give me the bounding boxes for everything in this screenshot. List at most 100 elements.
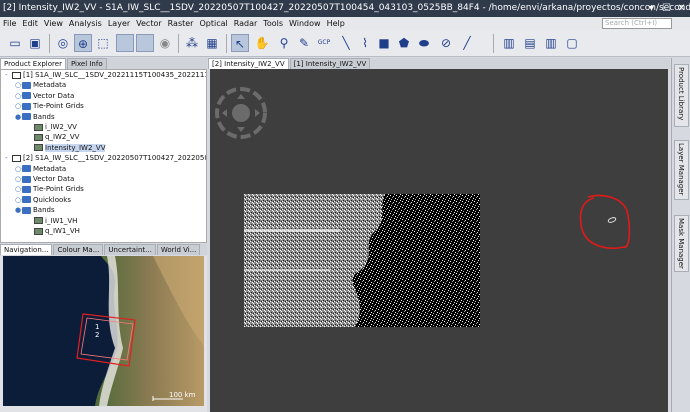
menu-layer[interactable]: Layer — [105, 17, 133, 30]
tile-horizontal-icon[interactable]: ▤ — [521, 34, 539, 52]
blank-2[interactable] — [136, 34, 154, 52]
explorer-tab-row: Product Explorer Pixel Info — [0, 58, 207, 69]
tool-tab-row: Navigation... Colour Ma... Uncertaint... Wo… — [0, 244, 207, 255]
blank-1[interactable] — [116, 34, 134, 52]
folder-icon — [22, 165, 31, 173]
view-navigation-control[interactable] — [215, 87, 267, 139]
tab-product-explorer[interactable]: Product Explorer — [0, 58, 66, 69]
tab-layer-manager[interactable]: Layer Manager — [674, 140, 689, 200]
tab-navigation[interactable]: Navigation... — [0, 244, 53, 255]
view-tab-row: [2] Intensity_IW2_VV [1] Intensity_IW2_VV — [208, 58, 670, 69]
menu-radar[interactable]: Radar — [231, 17, 261, 30]
tab-view-2[interactable]: [2] Intensity_IW2_VV — [208, 58, 289, 69]
tree-node[interactable]: ○- Tie-Point Grids — [15, 102, 84, 112]
menu-raster[interactable]: Raster — [165, 17, 197, 30]
tree-expander-icon[interactable]: ○- — [15, 165, 24, 175]
tree-expander-icon[interactable]: ○- — [15, 196, 24, 206]
maximize-button[interactable]: ☐ — [660, 2, 673, 15]
tile-single-icon[interactable]: ▢ — [563, 34, 581, 52]
save-icon[interactable]: ▣ — [26, 34, 44, 52]
folder-icon — [22, 196, 31, 204]
tile-vertical-icon[interactable]: ▥ — [542, 34, 560, 52]
tree-node-label: Tie-Point Grids — [33, 185, 84, 194]
tab-colour-manipulation[interactable]: Colour Ma... — [53, 244, 104, 255]
tree-expander-icon[interactable]: ○- — [15, 102, 24, 112]
zoom-region-icon[interactable]: ⊕ — [74, 34, 92, 52]
tile-evenly-icon[interactable]: ▥ — [500, 34, 518, 52]
image-canvas[interactable] — [210, 69, 668, 412]
gcp-tool-icon[interactable]: GCP — [315, 34, 333, 52]
folder-icon — [22, 113, 31, 121]
folder-icon — [22, 175, 31, 183]
menu-file[interactable]: File — [0, 17, 19, 30]
tree-node[interactable]: Intensity_IW2_VV — [27, 143, 106, 154]
folder-icon — [22, 81, 31, 89]
tree-node[interactable]: q_IW2_VV — [27, 133, 79, 143]
tree-node[interactable]: ○- Tie-Point Grids — [15, 185, 84, 195]
menu-analysis[interactable]: Analysis — [66, 17, 105, 30]
band-icon — [34, 217, 43, 225]
magic-wand-icon[interactable]: ╱ — [458, 34, 476, 52]
menu-optical[interactable]: Optical — [196, 17, 230, 30]
pan-tool-icon[interactable]: ✋ — [253, 34, 271, 52]
line-tool-icon[interactable]: ╲ — [337, 34, 355, 52]
menu-view[interactable]: View — [41, 17, 66, 30]
tree-node[interactable]: - [1] S1A_IW_SLC__1SDV_20221115T100435_20… — [5, 71, 206, 81]
band-icon — [34, 133, 43, 141]
tree-expander-icon[interactable]: ○- — [15, 185, 24, 195]
tab-product-library[interactable]: Product Library — [674, 64, 689, 127]
tree-expander-icon[interactable]: ○- — [15, 175, 24, 185]
tab-mask-manager[interactable]: Mask Manager — [674, 215, 689, 272]
menu-window[interactable]: Window — [286, 17, 324, 30]
tab-world-view[interactable]: World Vi... — [156, 244, 201, 255]
tab-pixel-info[interactable]: Pixel Info — [66, 58, 107, 69]
bright-target — [607, 217, 617, 223]
tree-node[interactable]: ●- Bands — [15, 113, 55, 123]
search-input[interactable]: Search (Ctrl+I) — [602, 18, 672, 29]
polyline-tool-icon[interactable]: ⌇ — [356, 34, 374, 52]
polygon-tool-icon[interactable]: ⬟ — [395, 34, 413, 52]
tree-node[interactable]: ○- Vector Data — [15, 175, 74, 185]
pan-world-icon[interactable]: ◎ — [54, 34, 72, 52]
tree-node[interactable]: i_IW1_VH — [27, 217, 77, 227]
open-product-icon[interactable]: ▭ — [6, 34, 24, 52]
menu-vector[interactable]: Vector — [133, 17, 165, 30]
pin-tool-icon[interactable]: ✎ — [295, 34, 313, 52]
select-roi-icon[interactable]: ⬚ — [94, 34, 112, 52]
tree-expander-icon[interactable]: ○- — [15, 81, 24, 91]
tree-expander-icon[interactable]: ●- — [15, 113, 24, 123]
band-icon — [34, 123, 43, 131]
menu-tools[interactable]: Tools — [260, 17, 286, 30]
tree-expander-icon[interactable]: - — [5, 154, 12, 164]
tree-node-label: Bands — [33, 112, 55, 121]
tree-node[interactable]: ○- Vector Data — [15, 92, 74, 102]
tab-uncertainty[interactable]: Uncertaint... — [104, 244, 156, 255]
ellipse-tool-icon[interactable]: ⬬ — [415, 34, 433, 52]
select-tool-icon[interactable]: ↖ — [231, 34, 249, 52]
tab-view-1[interactable]: [1] Intensity_IW2_VV — [289, 58, 371, 69]
tree-expander-icon[interactable]: ○- — [15, 92, 24, 102]
close-button[interactable]: ✕ — [675, 2, 688, 15]
minimize-button[interactable]: ▾ — [645, 2, 658, 15]
tree-node[interactable]: ○- Metadata — [15, 81, 66, 91]
range-finder-icon[interactable]: ⊘ — [437, 34, 455, 52]
tree-node[interactable]: ●- Bands — [15, 206, 55, 216]
menu-bar: File Edit View Analysis Layer Vector Raster Opt… — [0, 17, 690, 30]
footprint-label-2: 2 — [95, 331, 99, 339]
tree-node[interactable]: i_IW2_VV — [27, 123, 77, 133]
tree-node[interactable]: ○- Quicklooks — [15, 196, 71, 206]
blank-3[interactable]: ◉ — [156, 34, 174, 52]
tree-node-label: Vector Data — [33, 91, 75, 100]
menu-help[interactable]: Help — [324, 17, 348, 30]
world-map[interactable]: 1 2 100 km — [3, 256, 204, 406]
tree-node[interactable]: q_IW1_VH — [27, 227, 80, 237]
tree-node[interactable]: ○- Metadata — [15, 165, 66, 175]
graph-builder-icon[interactable]: ⁂ — [183, 34, 201, 52]
zoom-tool-icon[interactable]: ⚲ — [275, 34, 293, 52]
rectangle-tool-icon[interactable]: ■ — [375, 34, 393, 52]
tree-expander-icon[interactable]: - — [5, 71, 12, 81]
menu-edit[interactable]: Edit — [19, 17, 41, 30]
tree-node[interactable]: - [2] S1A_IW_SLC__1SDV_20220507T100427_20… — [5, 154, 206, 164]
tree-expander-icon[interactable]: ●- — [15, 206, 24, 216]
batch-icon[interactable]: ▦ — [203, 34, 221, 52]
